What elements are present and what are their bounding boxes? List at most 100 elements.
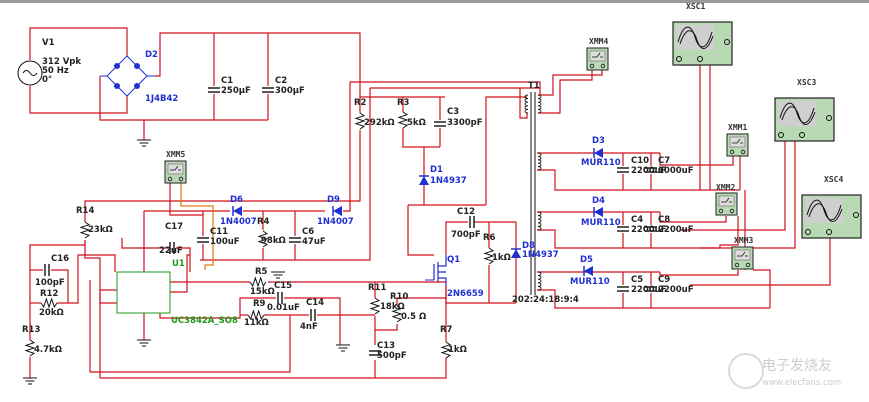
resistor-zigzag [249, 276, 267, 288]
wire [407, 205, 434, 256]
r9-ref: R9 [253, 299, 266, 309]
xmm5-label: XMM5 [166, 150, 185, 159]
r11-value: 18kΩ [380, 302, 405, 312]
r3-resistor [397, 111, 409, 129]
r10-value: 0.5 Ω [401, 312, 426, 322]
c11-capacitor [197, 237, 209, 243]
bridge-diode [114, 83, 120, 89]
t1-ref: T1 [528, 81, 540, 91]
d1-part: 1N4937 [430, 176, 467, 186]
c17-ref: C17 [165, 222, 183, 232]
r2-value: 292kΩ [364, 118, 395, 128]
c5-ref: C5 [631, 275, 643, 285]
winding [524, 94, 529, 114]
c12-value: 700pF [451, 230, 481, 240]
d6-part: 1N4007 [220, 217, 257, 227]
c3-value: 3300pF [447, 118, 483, 128]
r12-ref: R12 [40, 289, 58, 299]
bridge-diode [114, 63, 120, 69]
r13-value: 4.7kΩ [34, 345, 62, 355]
ground-icon [336, 344, 350, 352]
r3-ref: R3 [397, 98, 410, 108]
xsc3-oscilloscope [774, 97, 835, 142]
d8-part: 1N4937 [522, 250, 559, 260]
c12-ref: C12 [457, 207, 475, 217]
xmm1-multimeter [726, 133, 749, 157]
r5-value: 15kΩ [250, 287, 275, 297]
xsc3-label: XSC3 [797, 78, 816, 87]
c13-value: 500pF [377, 351, 407, 361]
d3-diode [593, 148, 603, 158]
winding [537, 271, 542, 291]
r11-resistor [369, 297, 381, 315]
c14-value: 4nF [300, 322, 318, 332]
xmm2-label: XMM2 [716, 183, 735, 192]
c10-ref: C10 [631, 156, 649, 166]
c11-ref: C11 [210, 227, 228, 237]
ground-icon [23, 377, 37, 385]
r13-ref: R13 [22, 325, 40, 335]
c3-capacitor [434, 121, 446, 127]
diode-triangle [333, 206, 342, 216]
wire [155, 32, 361, 113]
wire [84, 130, 361, 222]
xmm3-label: XMM3 [734, 236, 753, 245]
resistor-zigzag [369, 297, 381, 315]
watermark: 电子发烧友 www.elecfans.com [728, 353, 841, 389]
v1-labels: V1 312 Vpk 50 Hz 0° [42, 38, 81, 85]
c13-ref: C13 [377, 341, 395, 351]
u1-ic [116, 271, 171, 314]
ic-body [116, 271, 171, 314]
c17-value: 22uF [159, 246, 183, 256]
d5-part: MUR110 [570, 277, 610, 287]
q1-mosfet-icon [433, 255, 447, 286]
c15-value: 0.01uF [267, 303, 300, 313]
xmm4-label: XMM4 [589, 37, 608, 46]
xsc1-label: XSC1 [686, 2, 705, 11]
wire [659, 270, 739, 276]
c2-capacitor [262, 87, 274, 93]
wire [538, 70, 593, 114]
diode-triangle [233, 206, 242, 216]
wire [485, 96, 527, 205]
wire [317, 314, 341, 345]
u1-ref: U1 [172, 259, 185, 269]
diode-triangle [511, 249, 521, 258]
c1-value: 250µF [221, 86, 251, 96]
c15-ref: C15 [274, 281, 292, 291]
wire [375, 324, 398, 331]
r5-ref: R5 [255, 267, 268, 277]
r7-ref: R7 [440, 325, 453, 335]
mosfet-body [433, 255, 447, 286]
d9-ref: D9 [327, 195, 340, 205]
r4-ref: R4 [257, 217, 270, 227]
top-border [0, 0, 869, 3]
ground-icon [271, 271, 285, 279]
d5-diode [583, 266, 593, 276]
diode-triangle [594, 148, 603, 158]
circuit-schematic: V1 312 Vpk 50 Hz 0° D2 1J4B42 C1 250µF C… [0, 0, 869, 389]
c16-capacitor [44, 264, 50, 276]
xmm3-multimeter [731, 246, 754, 270]
q1-part: 2N6659 [447, 289, 484, 299]
r12-value: 20kΩ [39, 308, 64, 318]
wires [29, 27, 831, 379]
u1-part: UC3842A_SO8 [171, 316, 238, 326]
d5-ref: D5 [580, 255, 593, 265]
d9-diode [332, 206, 342, 216]
resistor-zigzag [24, 339, 36, 357]
d6-diode [232, 206, 242, 216]
d1-ref: D1 [430, 165, 443, 175]
resistor-zigzag [354, 112, 366, 130]
schematic-canvas: V1 312 Vpk 50 Hz 0° D2 1J4B42 C1 250µF C… [0, 0, 869, 402]
c10-capacitor [617, 167, 629, 173]
c11-value: 100uF [210, 237, 240, 247]
xsc1-oscilloscope [672, 21, 733, 66]
watermark-name: 电子发烧友 [762, 358, 832, 374]
c14-capacitor [310, 309, 316, 321]
c5-capacitor [617, 286, 629, 292]
xmm1-label: XMM1 [728, 123, 747, 132]
c2-ref: C2 [275, 76, 287, 86]
c16-ref: C16 [51, 254, 69, 264]
resistor-zigzag [397, 111, 409, 129]
